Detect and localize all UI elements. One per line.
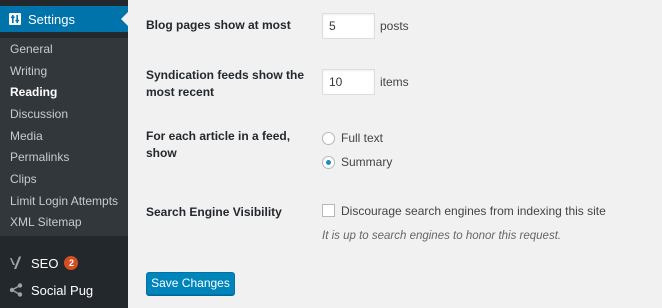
sidebar-item-seo[interactable]: SEO 2 xyxy=(0,252,128,274)
full-text-radio[interactable] xyxy=(322,132,335,145)
settings-submenu: General Writing Reading Discussion Media… xyxy=(0,38,128,236)
syndication-unit: items xyxy=(380,75,409,89)
blog-pages-unit: posts xyxy=(380,19,409,33)
syndication-label-line1: Syndication feeds show the xyxy=(146,68,305,82)
submenu-item-discussion[interactable]: Discussion xyxy=(10,107,68,121)
feed-article-label-line1: For each article in a feed, xyxy=(146,129,291,143)
summary-option-label[interactable]: Summary xyxy=(341,155,392,169)
sidebar-item-social-pug[interactable]: Social Pug xyxy=(0,279,128,301)
admin-sidebar: Settings General Writing Reading Discuss… xyxy=(0,0,128,308)
submenu-item-reading[interactable]: Reading xyxy=(10,85,57,99)
search-visibility-label: Search Engine Visibility xyxy=(146,205,282,219)
search-visibility-description: It is up to search engines to honor this… xyxy=(322,230,562,242)
full-text-option-label[interactable]: Full text xyxy=(341,131,383,145)
share-icon xyxy=(9,283,23,297)
seo-notification-badge: 2 xyxy=(64,256,79,270)
feed-article-label-line2: show xyxy=(146,146,177,160)
submenu-item-permalinks[interactable]: Permalinks xyxy=(10,150,69,164)
syndication-input[interactable] xyxy=(322,69,375,95)
submenu-item-clips[interactable]: Clips xyxy=(10,172,37,186)
sidebar-seo-label: SEO xyxy=(31,255,59,271)
submenu-item-general[interactable]: General xyxy=(10,42,53,56)
yoast-icon xyxy=(10,256,22,269)
submenu-item-xml-sitemap[interactable]: XML Sitemap xyxy=(10,215,82,229)
submenu-item-writing[interactable]: Writing xyxy=(10,64,47,78)
summary-radio[interactable] xyxy=(322,156,335,169)
blog-pages-label: Blog pages show at most xyxy=(146,18,291,32)
discourage-search-label[interactable]: Discourage search engines from indexing … xyxy=(341,204,606,218)
submenu-item-media[interactable]: Media xyxy=(10,129,43,143)
sidebar-social-pug-label: Social Pug xyxy=(31,282,94,298)
submenu-item-limit-login-attempts[interactable]: Limit Login Attempts xyxy=(10,194,118,208)
blog-pages-input[interactable] xyxy=(322,13,375,39)
radio-selected-dot xyxy=(326,160,331,165)
current-menu-arrow xyxy=(121,12,128,26)
discourage-search-checkbox[interactable] xyxy=(322,204,335,217)
syndication-label-line2: most recent xyxy=(146,85,215,99)
sidebar-item-settings[interactable]: Settings xyxy=(0,6,128,32)
settings-icon xyxy=(9,13,21,25)
sidebar-settings-label: Settings xyxy=(28,11,75,27)
save-changes-button[interactable]: Save Changes xyxy=(146,272,235,295)
